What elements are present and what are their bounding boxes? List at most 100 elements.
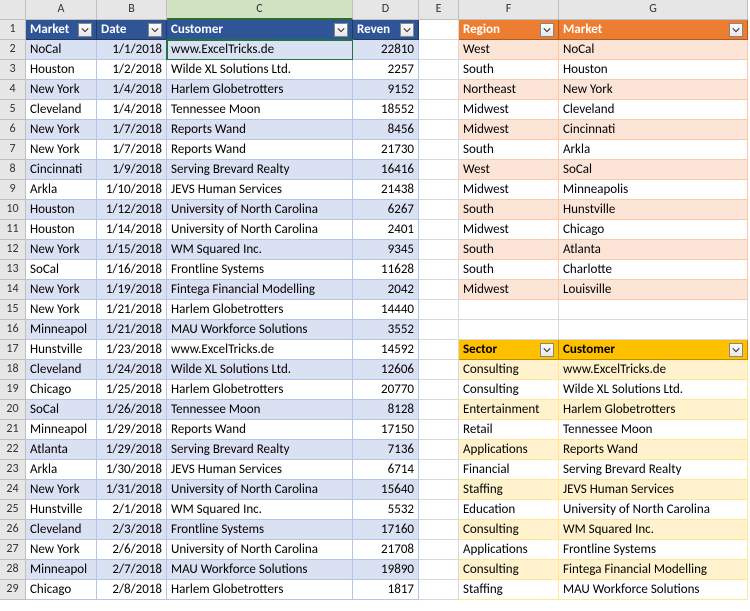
row-header[interactable]: 16: [0, 320, 26, 340]
table3-customer[interactable]: Frontline Systems: [559, 540, 748, 560]
table1-date[interactable]: 1/16/2018: [97, 260, 167, 280]
table1-reven[interactable]: 14440: [353, 300, 419, 320]
table1-reven[interactable]: 21438: [353, 180, 419, 200]
row-header[interactable]: 12: [0, 240, 26, 260]
table2-region[interactable]: West: [459, 40, 559, 60]
table1-reven[interactable]: 18552: [353, 100, 419, 120]
table1-market[interactable]: SoCal: [26, 400, 97, 420]
table1-market[interactable]: Houston: [26, 200, 97, 220]
table1-reven[interactable]: 2042: [353, 280, 419, 300]
table1-reven[interactable]: 3552: [353, 320, 419, 340]
table1-reven[interactable]: 19890: [353, 560, 419, 580]
empty-cell[interactable]: [419, 60, 459, 80]
column-header[interactable]: A: [26, 0, 97, 20]
table1-market[interactable]: Hunstville: [26, 340, 97, 360]
table2-region[interactable]: Northeast: [459, 80, 559, 100]
table1-reven[interactable]: 12606: [353, 360, 419, 380]
table1-reven[interactable]: 15640: [353, 480, 419, 500]
table1-reven[interactable]: 6267: [353, 200, 419, 220]
filter-dropdown-icon[interactable]: [540, 23, 554, 37]
table3-sector[interactable]: Education: [459, 500, 559, 520]
row-header[interactable]: 25: [0, 500, 26, 520]
row-header[interactable]: 6: [0, 120, 26, 140]
table3-sector[interactable]: Applications: [459, 540, 559, 560]
row-header[interactable]: 1: [0, 20, 26, 40]
empty-cell[interactable]: [419, 220, 459, 240]
table2-region[interactable]: West: [459, 160, 559, 180]
table1-market[interactable]: Arkla: [26, 460, 97, 480]
table1-header-reven[interactable]: Reven: [353, 20, 419, 40]
table1-customer[interactable]: Tennessee Moon: [167, 400, 353, 420]
table2-market[interactable]: Hunstville: [559, 200, 748, 220]
table1-reven[interactable]: 11628: [353, 260, 419, 280]
table1-market[interactable]: New York: [26, 240, 97, 260]
table1-market[interactable]: New York: [26, 140, 97, 160]
table1-customer[interactable]: Serving Brevard Realty: [167, 160, 353, 180]
table1-reven[interactable]: 6714: [353, 460, 419, 480]
table1-market[interactable]: NoCal: [26, 40, 97, 60]
table1-date[interactable]: 2/1/2018: [97, 500, 167, 520]
table1-customer[interactable]: Harlem Globetrotters: [167, 380, 353, 400]
spreadsheet-grid[interactable]: ABCDEFG1MarketDateCustomerRevenRegionMar…: [0, 0, 750, 600]
column-header[interactable]: B: [97, 0, 167, 20]
row-header[interactable]: 29: [0, 580, 26, 600]
table1-market[interactable]: Minneapol: [26, 420, 97, 440]
table1-reven[interactable]: 22810: [353, 40, 419, 60]
filter-dropdown-icon[interactable]: [540, 343, 554, 357]
table1-reven[interactable]: 5532: [353, 500, 419, 520]
column-header[interactable]: D: [353, 0, 419, 20]
table1-reven[interactable]: 8456: [353, 120, 419, 140]
table2-region[interactable]: Midwest: [459, 220, 559, 240]
empty-cell[interactable]: [419, 400, 459, 420]
table3-sector[interactable]: Staffing: [459, 580, 559, 600]
table1-reven[interactable]: 7136: [353, 440, 419, 460]
empty-cell[interactable]: [459, 300, 559, 320]
table1-reven[interactable]: 21708: [353, 540, 419, 560]
empty-cell[interactable]: [419, 520, 459, 540]
row-header[interactable]: 8: [0, 160, 26, 180]
empty-cell[interactable]: [419, 480, 459, 500]
table3-sector[interactable]: Retail: [459, 420, 559, 440]
column-header[interactable]: E: [419, 0, 459, 20]
empty-cell[interactable]: [419, 420, 459, 440]
table2-region[interactable]: South: [459, 60, 559, 80]
empty-cell[interactable]: [419, 580, 459, 600]
table1-date[interactable]: 1/9/2018: [97, 160, 167, 180]
table1-date[interactable]: 1/14/2018: [97, 220, 167, 240]
empty-cell[interactable]: [419, 160, 459, 180]
table1-reven[interactable]: 2401: [353, 220, 419, 240]
row-header[interactable]: 15: [0, 300, 26, 320]
table1-date[interactable]: 1/29/2018: [97, 420, 167, 440]
row-header[interactable]: 14: [0, 280, 26, 300]
table1-market[interactable]: SoCal: [26, 260, 97, 280]
table1-customer[interactable]: Frontline Systems: [167, 520, 353, 540]
table1-market[interactable]: Chicago: [26, 380, 97, 400]
table1-market[interactable]: New York: [26, 300, 97, 320]
table1-customer[interactable]: WM Squared Inc.: [167, 500, 353, 520]
table1-customer[interactable]: Harlem Globetrotters: [167, 300, 353, 320]
table1-date[interactable]: 1/15/2018: [97, 240, 167, 260]
table1-market[interactable]: New York: [26, 120, 97, 140]
table1-market[interactable]: Cleveland: [26, 520, 97, 540]
row-header[interactable]: 21: [0, 420, 26, 440]
row-header[interactable]: 5: [0, 100, 26, 120]
table1-market[interactable]: Houston: [26, 60, 97, 80]
table3-sector[interactable]: Consulting: [459, 560, 559, 580]
table1-header-customer[interactable]: Customer: [167, 20, 353, 40]
table2-market[interactable]: Cincinnati: [559, 120, 748, 140]
empty-cell[interactable]: [419, 280, 459, 300]
row-header[interactable]: 20: [0, 400, 26, 420]
table1-reven[interactable]: 17160: [353, 520, 419, 540]
empty-cell[interactable]: [419, 340, 459, 360]
table1-market[interactable]: Cleveland: [26, 360, 97, 380]
table3-customer[interactable]: WM Squared Inc.: [559, 520, 748, 540]
table1-date[interactable]: 1/7/2018: [97, 120, 167, 140]
row-header[interactable]: 19: [0, 380, 26, 400]
table1-date[interactable]: 1/2/2018: [97, 60, 167, 80]
table1-customer[interactable]: Reports Wand: [167, 140, 353, 160]
empty-cell[interactable]: [419, 320, 459, 340]
empty-cell[interactable]: [419, 260, 459, 280]
table1-date[interactable]: 1/4/2018: [97, 100, 167, 120]
table2-region[interactable]: Midwest: [459, 280, 559, 300]
empty-cell[interactable]: [419, 440, 459, 460]
